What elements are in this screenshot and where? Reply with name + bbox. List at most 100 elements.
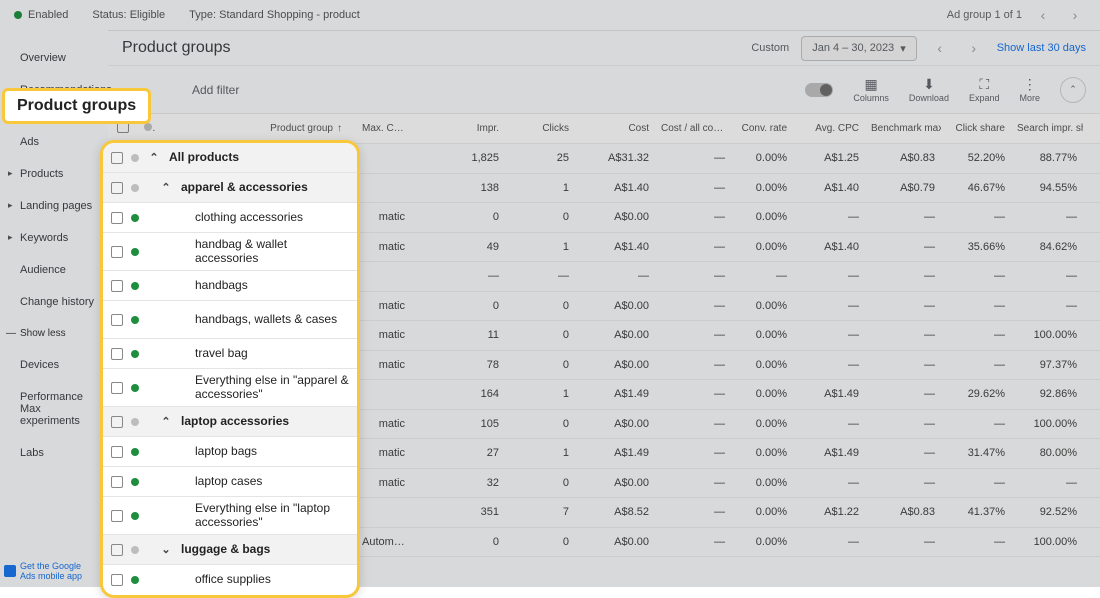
row-sis: — — [1011, 300, 1083, 312]
col-cost-all-conv[interactable]: Cost / all conv. — [655, 123, 731, 134]
nav-labs[interactable]: Labs — [0, 437, 108, 469]
add-filter-button[interactable]: Add filter — [192, 83, 239, 97]
col-click-share[interactable]: Click share — [941, 123, 1011, 134]
nav-ads[interactable]: Ads — [0, 126, 108, 158]
col-cost[interactable]: Cost — [575, 123, 655, 134]
col-avg-cpc[interactable]: Avg. CPC — [793, 123, 865, 134]
nav-overview[interactable]: Overview — [0, 42, 108, 74]
row-cost-all-conv: — — [655, 359, 731, 371]
row-checkbox[interactable] — [111, 212, 123, 224]
col-max-cpc[interactable]: Max. CPC — [356, 123, 411, 134]
row-impr: 105 — [411, 418, 505, 430]
row-checkbox[interactable] — [111, 544, 123, 556]
row-sis: 97.37% — [1011, 359, 1083, 371]
row-conv-rate: 0.00% — [731, 241, 793, 253]
download-button[interactable]: ⬇Download — [909, 77, 949, 103]
row-checkbox[interactable] — [111, 476, 123, 488]
type-value: Standard Shopping - product — [219, 9, 360, 21]
row-checkbox[interactable] — [111, 416, 123, 428]
col-conv-rate[interactable]: Conv. rate — [731, 123, 793, 134]
nav-change-history[interactable]: Change history — [0, 286, 108, 318]
tree-label: apparel & accessories — [181, 181, 349, 195]
row-checkbox[interactable] — [111, 246, 123, 258]
row-checkbox[interactable] — [111, 574, 123, 586]
date-next-icon[interactable]: › — [963, 40, 985, 56]
tree-leaf-row[interactable]: handbag & wallet accessories — [103, 233, 357, 271]
tree-leaf-row[interactable]: clothing accessories — [103, 203, 357, 233]
col-benchmark[interactable]: Benchmark max. CPC — [865, 123, 941, 134]
row-checkbox[interactable] — [111, 152, 123, 164]
tree-label: travel bag — [195, 347, 349, 361]
prev-adgroup-icon[interactable]: ‹ — [1032, 7, 1054, 23]
status-dot-icon — [131, 384, 139, 392]
row-conv-rate: 0.00% — [731, 300, 793, 312]
tree-leaf-row[interactable]: laptop bags — [103, 437, 357, 467]
row-checkbox[interactable] — [111, 446, 123, 458]
row-impr: 138 — [411, 182, 505, 194]
columns-button[interactable]: ▦Columns — [853, 77, 889, 103]
mobile-app-promo[interactable]: Get the GoogleAds mobile app — [4, 561, 82, 581]
chevron-up-icon[interactable]: ⌃ — [147, 151, 161, 164]
col-impr[interactable]: Impr. — [411, 123, 505, 134]
row-clicks: 0 — [505, 300, 575, 312]
nav-landing-pages[interactable]: Landing pages — [0, 190, 108, 222]
row-checkbox[interactable] — [111, 280, 123, 292]
row-impr: — — [411, 270, 505, 282]
col-product-group[interactable]: Product group↑ — [156, 123, 356, 134]
tree-parent-row[interactable]: ⌃All products — [103, 143, 357, 173]
tree-leaf-row[interactable]: travel bag — [103, 339, 357, 369]
tree-leaf-row[interactable]: office supplies — [103, 565, 357, 595]
tree-leaf-row[interactable]: Everything else in "apparel & accessorie… — [103, 369, 357, 407]
adgroup-counter: Ad group 1 of 1 — [947, 9, 1022, 21]
date-prev-icon[interactable]: ‹ — [929, 40, 951, 56]
callout-tag: Product groups — [2, 88, 151, 124]
row-cost: A$31.32 — [575, 152, 655, 164]
row-clicks: 0 — [505, 477, 575, 489]
row-checkbox[interactable] — [111, 314, 123, 326]
show-last-30-link[interactable]: Show last 30 days — [997, 42, 1086, 54]
row-sis: — — [1011, 477, 1083, 489]
row-checkbox[interactable] — [111, 382, 123, 394]
nav-keywords[interactable]: Keywords — [0, 222, 108, 254]
row-benchmark: — — [865, 329, 941, 341]
tree-label: luggage & bags — [181, 543, 349, 557]
nav-devices[interactable]: Devices — [0, 349, 108, 381]
chevron-down-icon[interactable]: ⌄ — [159, 543, 173, 556]
row-conv-rate: 0.00% — [731, 447, 793, 459]
tree-leaf-row[interactable]: laptop cases — [103, 467, 357, 497]
col-clicks[interactable]: Clicks — [505, 123, 575, 134]
status-dot-icon — [131, 478, 139, 486]
row-impr: 0 — [411, 536, 505, 548]
row-checkbox[interactable] — [111, 182, 123, 194]
more-button[interactable]: ⋮More — [1019, 77, 1040, 103]
chevron-up-icon[interactable]: ⌃ — [159, 415, 173, 428]
row-checkbox[interactable] — [111, 510, 123, 522]
date-range-button[interactable]: Jan 4 – 30, 2023 ▾ — [801, 36, 917, 61]
row-sis: — — [1011, 211, 1083, 223]
tree-leaf-row[interactable]: Everything else in "laptop accessories" — [103, 497, 357, 535]
tree-parent-row[interactable]: ⌄ luggage & bags — [103, 535, 357, 565]
tree-leaf-row[interactable]: handbags — [103, 271, 357, 301]
row-cost-all-conv: — — [655, 447, 731, 459]
row-conv-rate: 0.00% — [731, 418, 793, 430]
collapse-icon[interactable]: ⌃ — [1060, 77, 1086, 103]
tree-leaf-row[interactable]: handbags, wallets & cases — [103, 301, 357, 339]
nav-audience[interactable]: Audience — [0, 254, 108, 286]
next-adgroup-icon[interactable]: › — [1064, 7, 1086, 23]
row-avg-cpc: — — [793, 300, 865, 312]
row-impr: 11 — [411, 329, 505, 341]
expand-button[interactable]: ⛶Expand — [969, 77, 1000, 103]
nav-pmax[interactable]: Performance Max experiments — [0, 381, 108, 437]
row-sis: 100.00% — [1011, 418, 1083, 430]
row-cost: A$1.40 — [575, 241, 655, 253]
tree-parent-row[interactable]: ⌃laptop accessories — [103, 407, 357, 437]
chart-toggle[interactable] — [805, 83, 833, 97]
date-range-value: Jan 4 – 30, 2023 — [812, 42, 894, 54]
toolbar: Add filter ▦Columns ⬇Download ⛶Expand ⋮M… — [108, 66, 1100, 114]
nav-products[interactable]: Products — [0, 158, 108, 190]
row-checkbox[interactable] — [111, 348, 123, 360]
chevron-up-icon[interactable]: ⌃ — [159, 181, 173, 194]
col-search-impr-share[interactable]: Search impr. share — [1011, 123, 1083, 134]
tree-parent-row[interactable]: ⌃ apparel & accessories — [103, 173, 357, 203]
nav-show-less[interactable]: Show less — [0, 318, 108, 349]
